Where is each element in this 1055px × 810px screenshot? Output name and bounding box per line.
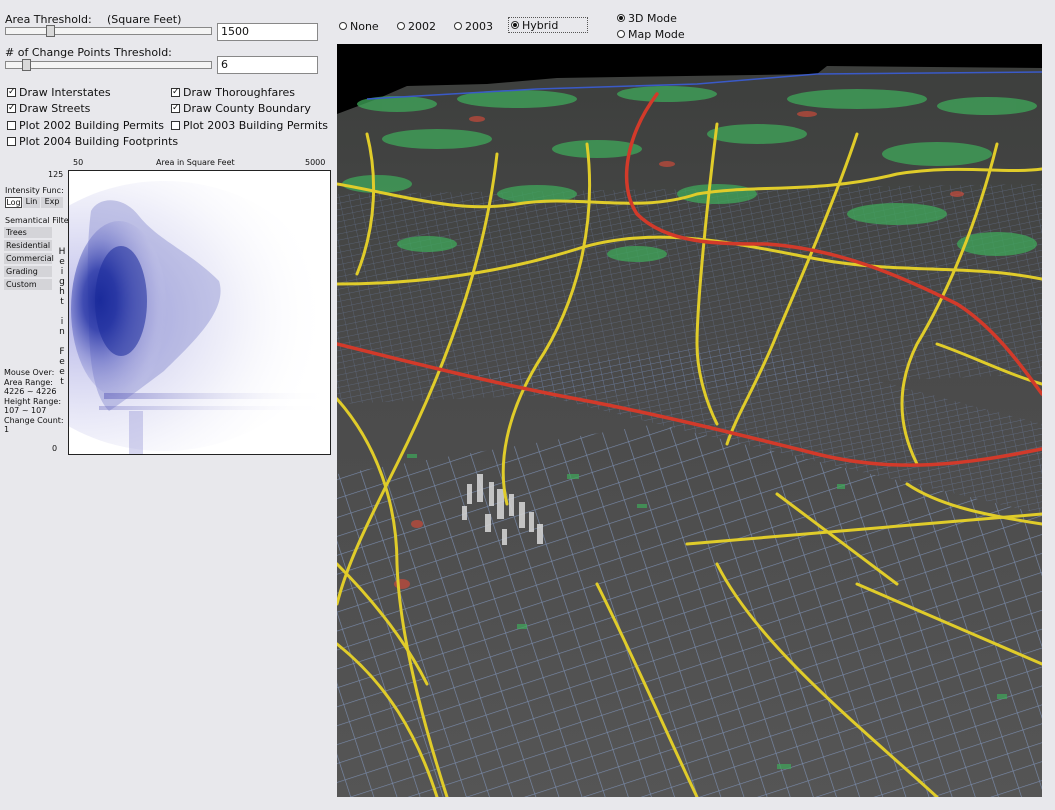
- density-center: [95, 246, 147, 356]
- area-range-value: 4226 ~ 4226: [4, 387, 57, 396]
- plot-2004-footprints-label: Plot 2004 Building Footprints: [19, 135, 179, 148]
- area-threshold-slider-thumb[interactable]: [46, 25, 55, 37]
- plot-2002-permits-label: Plot 2002 Building Permits: [19, 119, 164, 132]
- 3d-mode-label[interactable]: 3D Mode: [628, 12, 677, 25]
- layer-none-label[interactable]: None: [350, 20, 379, 33]
- draw-thoroughfares-label: Draw Thoroughfares: [183, 86, 295, 99]
- y-axis-title-char: i: [60, 267, 64, 277]
- filter-commercial-button[interactable]: Commercial: [4, 253, 54, 264]
- control-panel: Area Threshold: (Square Feet) 1500 # of …: [0, 0, 336, 810]
- intensity-func-label: Intensity Func:: [5, 186, 64, 195]
- intensity-exp-button[interactable]: Exp: [41, 197, 63, 208]
- y-axis-title-char: e: [59, 257, 65, 267]
- draw-streets-checkbox[interactable]: ✓: [7, 104, 16, 113]
- y-axis-min-label: 0: [52, 444, 58, 453]
- layer-none-radio[interactable]: [339, 22, 347, 30]
- plot-2003-permits-checkbox[interactable]: [171, 121, 180, 130]
- change-points-slider[interactable]: [5, 59, 212, 71]
- mouse-over-title: Mouse Over:: [4, 368, 55, 377]
- draw-county-boundary-label: Draw County Boundary: [183, 102, 311, 115]
- layer-hybrid-option[interactable]: Hybrid: [508, 17, 588, 33]
- layer-hybrid-label[interactable]: Hybrid: [522, 19, 558, 32]
- y-axis-title-char: F: [59, 347, 65, 357]
- y-axis-title-char: t: [60, 297, 64, 307]
- plot-2004-footprints-checkbox[interactable]: [7, 137, 16, 146]
- height-range-label: Height Range:: [4, 396, 62, 406]
- y-axis-title: H e i g h t i n F e e t: [58, 247, 66, 387]
- change-points-slider-thumb[interactable]: [22, 59, 31, 71]
- area-threshold-input[interactable]: 1500: [217, 23, 318, 41]
- density-band-lower: [99, 406, 330, 410]
- filter-custom-button[interactable]: Custom: [4, 279, 52, 290]
- x-axis-title: Area in Square Feet: [156, 158, 235, 167]
- draw-county-boundary-checkbox[interactable]: ✓: [171, 104, 180, 113]
- layer-2003-label[interactable]: 2003: [465, 20, 493, 33]
- height-range-value: 107 ~ 107: [4, 406, 47, 415]
- draw-interstates-checkbox[interactable]: ✓: [7, 88, 16, 97]
- intensity-lin-button[interactable]: Lin: [23, 197, 40, 208]
- density-cloud: [69, 181, 330, 454]
- change-points-label: # of Change Points Threshold:: [5, 46, 172, 59]
- y-axis-max-label: 125: [48, 170, 64, 179]
- y-axis-title-char: [58, 337, 66, 347]
- filter-trees-button[interactable]: Trees: [4, 227, 52, 238]
- area-range-label: Area Range:: [4, 377, 54, 387]
- intensity-log-button[interactable]: Log: [5, 197, 22, 208]
- density-band: [104, 393, 330, 399]
- mouse-over-info: Mouse Over: Area Range: 4226 ~ 4226 Heig…: [4, 368, 64, 435]
- x-axis-max-label: 5000: [305, 158, 326, 167]
- 3d-mode-radio[interactable]: [617, 14, 625, 22]
- layer-hybrid-radio[interactable]: [511, 21, 519, 29]
- filter-grading-button[interactable]: Grading: [4, 266, 52, 277]
- y-axis-title-char: n: [59, 327, 65, 337]
- density-plot[interactable]: [68, 170, 331, 455]
- layer-2002-radio[interactable]: [397, 22, 405, 30]
- map-mode-radio[interactable]: [617, 30, 625, 38]
- y-axis-title-char: h: [59, 287, 65, 297]
- layer-2002-label[interactable]: 2002: [408, 20, 436, 33]
- filter-residential-button[interactable]: Residential: [4, 240, 52, 251]
- 3d-map-view[interactable]: [337, 44, 1042, 797]
- draw-thoroughfares-checkbox[interactable]: ✓: [171, 88, 180, 97]
- change-points-input[interactable]: 6: [217, 56, 318, 74]
- map-canvas[interactable]: [337, 44, 1042, 797]
- density-tail: [129, 411, 143, 454]
- plot-2003-permits-label: Plot 2003 Building Permits: [183, 119, 328, 132]
- y-axis-title-char: e: [59, 357, 65, 367]
- y-axis-title-char: [58, 307, 66, 317]
- y-axis-title-char: i: [60, 317, 64, 327]
- y-axis-title-char: H: [58, 247, 66, 257]
- layer-2003-radio[interactable]: [454, 22, 462, 30]
- area-threshold-slider[interactable]: [5, 25, 212, 37]
- plot-2002-permits-checkbox[interactable]: [7, 121, 16, 130]
- draw-interstates-label: Draw Interstates: [19, 86, 111, 99]
- draw-streets-label: Draw Streets: [19, 102, 91, 115]
- y-axis-title-char: g: [59, 277, 65, 287]
- map-mode-label[interactable]: Map Mode: [628, 28, 685, 41]
- semantical-filter-label: Semantical Filter: [5, 216, 73, 225]
- density-plot-canvas[interactable]: [69, 171, 331, 455]
- area-threshold-unit: (Square Feet): [107, 13, 182, 26]
- change-count-value: 1: [4, 425, 10, 434]
- change-count-label: Change Count:: [4, 415, 64, 425]
- x-axis-min-label: 50: [73, 158, 84, 167]
